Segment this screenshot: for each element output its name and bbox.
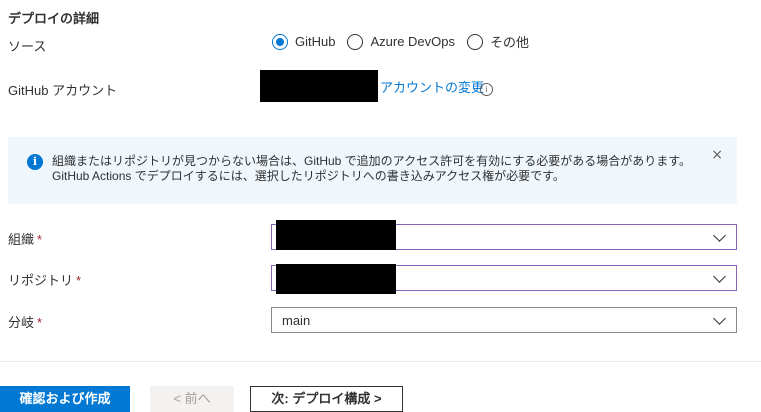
redacted-organization [276, 220, 396, 250]
repository-label: リポジトリ * [8, 270, 81, 289]
redacted-account-name [260, 70, 378, 102]
branch-dropdown[interactable]: main [271, 307, 737, 333]
review-create-button[interactable]: 確認および作成 [0, 386, 130, 412]
radio-option-github[interactable]: GitHub [272, 33, 336, 50]
divider [0, 361, 761, 362]
branch-label: 分岐 * [8, 312, 42, 331]
banner-message: 組織またはリポジトリが見つからない場合は、GitHub で追加のアクセス許可を有… [52, 154, 692, 183]
chevron-down-icon [713, 229, 726, 242]
source-label: ソース [8, 39, 47, 54]
previous-button[interactable]: < 前へ [150, 386, 234, 412]
next-button[interactable]: 次: デプロイ構成 > [250, 386, 403, 412]
required-marker: * [76, 273, 82, 288]
github-account-label: GitHub アカウント [8, 83, 118, 98]
required-marker: * [37, 315, 43, 330]
info-icon: i [27, 154, 43, 170]
organization-label-text: 組織 [8, 232, 35, 247]
chevron-down-icon [713, 270, 726, 283]
section-title: デプロイの詳細 [8, 11, 100, 26]
info-banner: i 組織またはリポジトリが見つからない場合は、GitHub で追加のアクセス許可… [8, 137, 737, 204]
change-account-link[interactable]: アカウントの変更 [380, 77, 484, 96]
radio-github-label: GitHub [295, 34, 336, 49]
required-marker: * [37, 232, 43, 247]
redacted-repository [276, 264, 396, 294]
radio-other-label: その他 [490, 35, 530, 50]
radio-azure-devops[interactable] [347, 33, 364, 50]
radio-option-other[interactable]: その他 [467, 32, 529, 51]
branch-value: main [282, 313, 311, 328]
info-icon[interactable]: i [480, 83, 493, 96]
chevron-down-icon [713, 312, 726, 325]
organization-label: 組織 * [8, 229, 42, 248]
radio-github[interactable] [272, 33, 288, 50]
radio-option-azure-devops[interactable]: Azure DevOps [347, 33, 456, 50]
radio-other[interactable] [467, 33, 484, 50]
repository-label-text: リポジトリ [8, 273, 74, 288]
branch-label-text: 分岐 [8, 315, 35, 330]
close-icon[interactable]: × [711, 147, 723, 163]
source-radio-group: GitHub Azure DevOps その他 [272, 32, 541, 51]
radio-azure-devops-label: Azure DevOps [370, 34, 456, 49]
